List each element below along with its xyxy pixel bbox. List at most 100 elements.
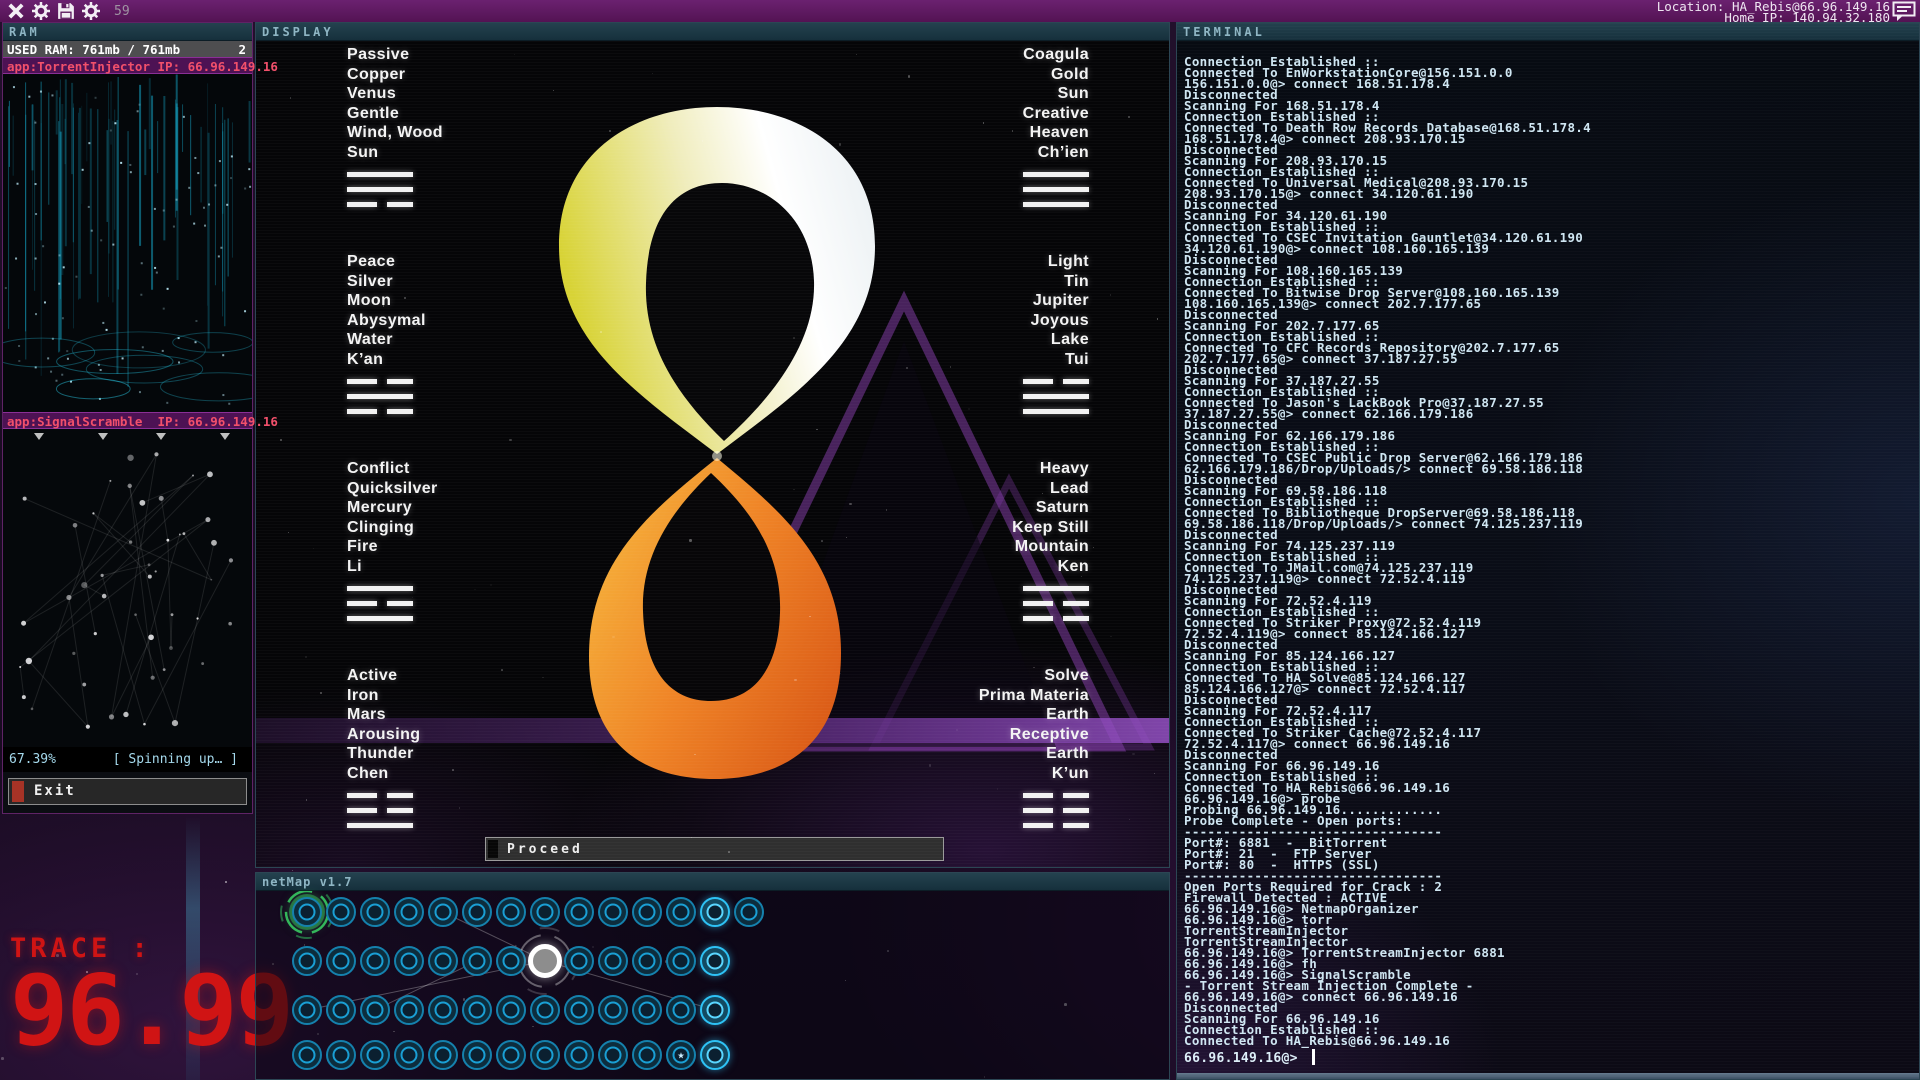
display-word: Arousing — [347, 725, 420, 745]
display-word: Active — [347, 666, 420, 686]
app-signal-scramble-bar[interactable]: app:SignalScramble IP: 66.96.149.16 — [3, 412, 252, 429]
display-word: Peace — [347, 252, 426, 272]
netmap-node[interactable] — [326, 946, 356, 976]
word-group: PeaceSilverMoonAbysymalWaterK’an — [347, 252, 426, 424]
netmap-node[interactable] — [462, 897, 492, 927]
netmap-node[interactable] — [632, 897, 662, 927]
display-word: Light — [1023, 252, 1089, 272]
netmap-node[interactable] — [666, 897, 696, 927]
display-word: K’un — [979, 764, 1089, 784]
word-group: SolvePrima MateriaEarthReceptiveEarthK’u… — [979, 666, 1089, 838]
netmap-panel: netMap v1.7 — [255, 872, 1170, 1080]
display-word: Gentle — [347, 104, 443, 124]
display-word: Earth — [979, 744, 1089, 764]
display-word: Sun — [1023, 84, 1089, 104]
netmap-node[interactable] — [598, 946, 628, 976]
netmap-node[interactable] — [326, 995, 356, 1025]
netmap-node[interactable] — [428, 897, 458, 927]
netmap-node[interactable] — [496, 897, 526, 927]
netmap-node[interactable] — [496, 995, 526, 1025]
netmap-node[interactable] — [564, 1040, 594, 1070]
display-word: Prima Materia — [979, 686, 1089, 706]
netmap-node[interactable] — [394, 946, 424, 976]
proceed-button[interactable]: Proceed — [485, 837, 944, 861]
netmap-node[interactable] — [734, 897, 764, 927]
netmap-node[interactable] — [292, 1040, 322, 1070]
netmap-node[interactable] — [462, 946, 492, 976]
app-torrent-injector-bar[interactable]: app:TorrentInjector IP: 66.96.149.16 — [3, 57, 252, 74]
netmap-node-white[interactable] — [528, 944, 562, 978]
netmap-node[interactable] — [496, 1040, 526, 1070]
display-word: Copper — [347, 65, 443, 85]
netmap-node[interactable] — [394, 995, 424, 1025]
netmap-node[interactable] — [564, 995, 594, 1025]
display-word: Heaven — [1023, 123, 1089, 143]
netmap-node[interactable] — [462, 995, 492, 1025]
netmap-node[interactable] — [530, 897, 560, 927]
netmap-node[interactable] — [292, 995, 322, 1025]
trigram — [347, 793, 413, 828]
display-word: Lead — [1012, 479, 1089, 499]
netmap-node-star[interactable] — [666, 1040, 696, 1070]
save-icon[interactable] — [57, 2, 75, 20]
netmap-node[interactable] — [530, 1040, 560, 1070]
netmap-node-bright[interactable] — [700, 946, 730, 976]
gear-icon[interactable] — [32, 2, 50, 20]
ram-usage-bar: USED RAM: 761mb / 761mb 2 — [3, 41, 252, 57]
display-content: PassiveCopperVenusGentleWind, WoodSunPea… — [256, 41, 1169, 867]
netmap-node[interactable] — [632, 1040, 662, 1070]
netmap-node[interactable] — [666, 995, 696, 1025]
display-word: Mountain — [1012, 537, 1089, 557]
netmap-node[interactable] — [360, 995, 390, 1025]
netmap-node[interactable] — [564, 946, 594, 976]
netmap-node[interactable] — [360, 946, 390, 976]
chat-icon[interactable] — [1892, 1, 1916, 22]
close-icon[interactable] — [7, 2, 25, 20]
terminal-bottom-strip — [1177, 1073, 1919, 1079]
netmap-node[interactable] — [530, 995, 560, 1025]
netmap-node[interactable] — [564, 897, 594, 927]
netmap-node[interactable] — [360, 1040, 390, 1070]
display-word: Solve — [979, 666, 1089, 686]
terminal-prompt[interactable]: 66.96.149.16@> — [1184, 1049, 1315, 1066]
netmap-node[interactable] — [326, 897, 356, 927]
exit-button[interactable]: Exit — [8, 778, 247, 805]
netmap-node[interactable] — [598, 995, 628, 1025]
display-word: Earth — [979, 705, 1089, 725]
netmap-node[interactable] — [428, 995, 458, 1025]
netmap-panel-title: netMap v1.7 — [256, 873, 1169, 891]
display-word: Saturn — [1012, 498, 1089, 518]
netmap-node[interactable] — [666, 946, 696, 976]
proceed-button-marker — [488, 840, 498, 858]
netmap-node[interactable] — [394, 897, 424, 927]
netmap-node[interactable] — [326, 1040, 356, 1070]
display-word: Sun — [347, 143, 443, 163]
display-word: Passive — [347, 45, 443, 65]
netmap-node[interactable] — [428, 1040, 458, 1070]
display-word: Silver — [347, 272, 426, 292]
settings-gear-icon[interactable] — [82, 2, 100, 20]
netmap-node[interactable] — [496, 946, 526, 976]
display-word: Gold — [1023, 65, 1089, 85]
terminal-panel: TERMINAL Connection Established :: Conne… — [1176, 22, 1920, 1080]
prompt-text: 66.96.149.16@> — [1184, 1051, 1306, 1066]
netmap-node[interactable] — [428, 946, 458, 976]
ram-panel-title: RAM — [3, 23, 252, 41]
netmap-node[interactable] — [462, 1040, 492, 1070]
netmap-node[interactable] — [292, 946, 322, 976]
used-ram-label: USED RAM: 761mb / 761mb — [7, 42, 180, 57]
netmap-node-bright[interactable] — [700, 897, 730, 927]
netmap-node[interactable] — [360, 897, 390, 927]
netmap-node[interactable] — [598, 1040, 628, 1070]
netmap-node-bright[interactable] — [700, 1040, 730, 1070]
display-word: Lake — [1023, 330, 1089, 350]
netmap-node[interactable] — [632, 946, 662, 976]
word-group: CoagulaGoldSunCreativeHeavenCh’ien — [1023, 45, 1089, 217]
netmap-node[interactable] — [598, 897, 628, 927]
netmap-node-bright[interactable] — [700, 995, 730, 1025]
netmap-node[interactable] — [632, 995, 662, 1025]
torrent-injector-visual — [3, 74, 252, 412]
netmap-node-green[interactable] — [292, 897, 322, 927]
netmap-node[interactable] — [394, 1040, 424, 1070]
word-group: LightTinJupiterJoyousLakeTui — [1023, 252, 1089, 424]
